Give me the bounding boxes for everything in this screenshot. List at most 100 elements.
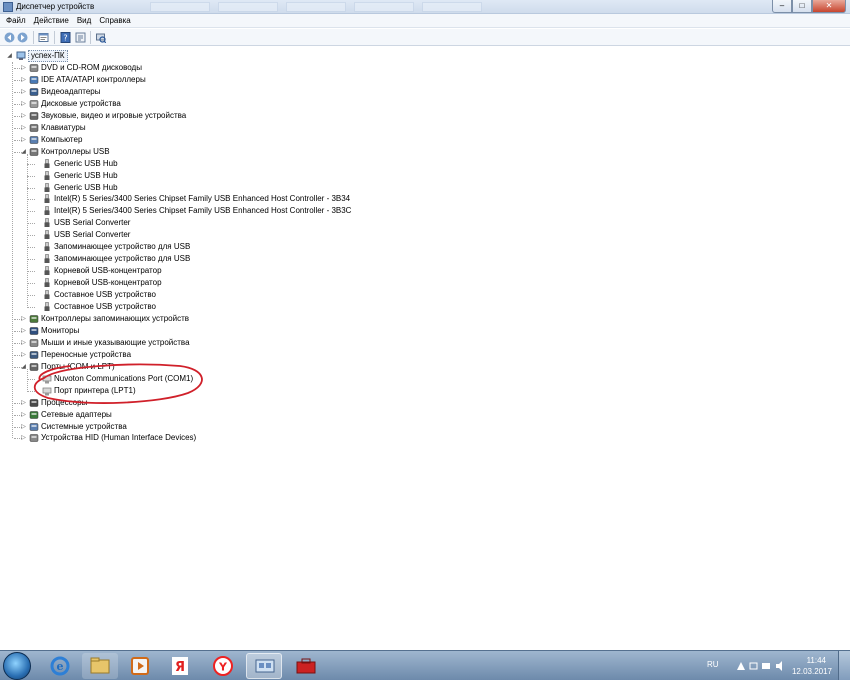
- device-label[interactable]: Generic USB Hub: [54, 158, 118, 170]
- expand-arrow-icon[interactable]: ▷: [20, 400, 27, 407]
- usb-device[interactable]: Intel(R) 5 Series/3400 Series Chipset Fa…: [0, 205, 520, 217]
- tree-category-computer[interactable]: ▷ Компьютер: [0, 134, 520, 146]
- start-button[interactable]: [3, 652, 31, 680]
- language-indicator[interactable]: RU: [707, 660, 719, 669]
- tree-root-label[interactable]: успех-ПК: [28, 50, 68, 62]
- menu-file[interactable]: Файл: [2, 16, 30, 25]
- tree-category-ports[interactable]: ◢ Порты (COM и LPT): [0, 361, 520, 373]
- device-label[interactable]: Generic USB Hub: [54, 170, 118, 182]
- tree-category-video[interactable]: ▷ Видеоадаптеры: [0, 86, 520, 98]
- category-label[interactable]: Переносные устройства: [41, 349, 131, 361]
- tree-category-dvd[interactable]: ▷ DVD и CD-ROM дисководы: [0, 62, 520, 74]
- help-icon[interactable]: ?: [60, 32, 71, 43]
- expand-arrow-icon[interactable]: ▷: [20, 328, 27, 335]
- properties-icon[interactable]: [38, 32, 49, 43]
- category-label[interactable]: Мониторы: [41, 325, 79, 337]
- port-device[interactable]: Nuvoton Communications Port (COM1): [0, 373, 520, 385]
- collapse-arrow-icon[interactable]: ◢: [20, 364, 27, 371]
- clock-date[interactable]: 12.03.2017: [792, 667, 832, 676]
- forward-icon[interactable]: [17, 32, 28, 43]
- tree-category-hid[interactable]: ▷ Устройства HID (Human Interface Devices…: [0, 432, 520, 444]
- device-label[interactable]: Корневой USB-концентратор: [54, 277, 162, 289]
- close-button[interactable]: ✕: [812, 0, 846, 13]
- device-label[interactable]: Порт принтера (LPT1): [54, 385, 136, 397]
- tree-category-cpu[interactable]: ▷ Процессоры: [0, 397, 520, 409]
- usb-device[interactable]: Корневой USB-концентратор: [0, 277, 520, 289]
- category-label[interactable]: Мыши и иные указывающие устройства: [41, 337, 190, 349]
- tree-category-usb[interactable]: ◢ Контроллеры USB: [0, 146, 520, 158]
- minimize-button[interactable]: –: [772, 0, 792, 13]
- tree-category-portable[interactable]: ▷ Переносные устройства: [0, 349, 520, 361]
- expand-arrow-icon[interactable]: ▷: [20, 340, 27, 347]
- taskbar-app-active[interactable]: [246, 653, 282, 679]
- collapse-arrow-icon[interactable]: ◢: [6, 53, 13, 60]
- show-desktop-button[interactable]: [838, 651, 850, 680]
- expand-arrow-icon[interactable]: ▷: [20, 435, 27, 442]
- title-bar[interactable]: Диспетчер устройств – □ ✕: [0, 0, 850, 14]
- device-label[interactable]: Составное USB устройство: [54, 301, 156, 313]
- taskbar-app[interactable]: [122, 653, 158, 679]
- tree-category-monitors[interactable]: ▷ Мониторы: [0, 325, 520, 337]
- usb-device[interactable]: Generic USB Hub: [0, 158, 520, 170]
- usb-device[interactable]: Составное USB устройство: [0, 289, 520, 301]
- usb-device[interactable]: Intel(R) 5 Series/3400 Series Chipset Fa…: [0, 193, 520, 205]
- expand-arrow-icon[interactable]: ▷: [20, 113, 27, 120]
- tree-category-mice[interactable]: ▷ Мыши и иные указывающие устройства: [0, 337, 520, 349]
- taskbar-app[interactable]: [288, 653, 324, 679]
- expand-arrow-icon[interactable]: ▷: [20, 424, 27, 431]
- category-label[interactable]: Клавиатуры: [41, 122, 86, 134]
- port-device[interactable]: Порт принтера (LPT1): [0, 385, 520, 397]
- usb-device[interactable]: Generic USB Hub: [0, 170, 520, 182]
- tree-category-network[interactable]: ▷ Сетевые адаптеры: [0, 409, 520, 421]
- device-label[interactable]: Корневой USB-концентратор: [54, 265, 162, 277]
- tree-category-system[interactable]: ▷ Системные устройства: [0, 421, 520, 433]
- expand-arrow-icon[interactable]: ▷: [20, 316, 27, 323]
- taskbar-app[interactable]: Я: [162, 653, 198, 679]
- category-label[interactable]: Системные устройства: [41, 421, 127, 433]
- expand-arrow-icon[interactable]: ▷: [20, 352, 27, 359]
- expand-arrow-icon[interactable]: ▷: [20, 65, 27, 72]
- device-label[interactable]: Nuvoton Communications Port (COM1): [54, 373, 193, 385]
- category-label[interactable]: Звуковые, видео и игровые устройства: [41, 110, 186, 122]
- menu-help[interactable]: Справка: [95, 16, 134, 25]
- category-label[interactable]: Контроллеры USB: [41, 146, 110, 158]
- usb-device[interactable]: Составное USB устройство: [0, 301, 520, 313]
- device-tree[interactable]: ◢ успех-ПК ▷ DVD и CD-ROM дисководы ▷ IDE A…: [0, 47, 850, 650]
- category-label[interactable]: Сетевые адаптеры: [41, 409, 112, 421]
- usb-device[interactable]: USB Serial Converter: [0, 229, 520, 241]
- taskbar-app[interactable]: Y: [205, 653, 241, 679]
- category-label[interactable]: DVD и CD-ROM дисководы: [41, 62, 142, 74]
- clock-time[interactable]: 11:44: [807, 656, 826, 665]
- expand-arrow-icon[interactable]: ▷: [20, 412, 27, 419]
- taskbar-app[interactable]: e: [42, 653, 78, 679]
- usb-device[interactable]: USB Serial Converter: [0, 217, 520, 229]
- category-label[interactable]: Процессоры: [41, 397, 87, 409]
- tree-category-keyboard[interactable]: ▷ Клавиатуры: [0, 122, 520, 134]
- tree-category-sound[interactable]: ▷ Звуковые, видео и игровые устройства: [0, 110, 520, 122]
- scan-hardware-icon[interactable]: [95, 32, 106, 43]
- usb-device[interactable]: Корневой USB-концентратор: [0, 265, 520, 277]
- usb-device[interactable]: Generic USB Hub: [0, 182, 520, 194]
- tree-category-disk[interactable]: ▷ Дисковые устройства: [0, 98, 520, 110]
- category-label[interactable]: Контроллеры запоминающих устройств: [41, 313, 189, 325]
- device-label[interactable]: USB Serial Converter: [54, 229, 130, 241]
- expand-arrow-icon[interactable]: ▷: [20, 137, 27, 144]
- usb-device[interactable]: Запоминающее устройство для USB: [0, 253, 520, 265]
- device-label[interactable]: Запоминающее устройство для USB: [54, 241, 190, 253]
- tree-category-storage[interactable]: ▷ Контроллеры запоминающих устройств: [0, 313, 520, 325]
- device-label[interactable]: Intel(R) 5 Series/3400 Series Chipset Fa…: [54, 205, 351, 217]
- view-icon[interactable]: [75, 32, 86, 43]
- menu-view[interactable]: Вид: [73, 16, 95, 25]
- expand-arrow-icon[interactable]: ▷: [20, 77, 27, 84]
- category-label[interactable]: Видеоадаптеры: [41, 86, 101, 98]
- device-label[interactable]: Запоминающее устройство для USB: [54, 253, 190, 265]
- device-label[interactable]: Составное USB устройство: [54, 289, 156, 301]
- device-label[interactable]: Generic USB Hub: [54, 182, 118, 194]
- collapse-arrow-icon[interactable]: ◢: [20, 149, 27, 156]
- expand-arrow-icon[interactable]: ▷: [20, 125, 27, 132]
- category-label[interactable]: Компьютер: [41, 134, 82, 146]
- maximize-button[interactable]: □: [792, 0, 812, 13]
- expand-arrow-icon[interactable]: ▷: [20, 89, 27, 96]
- usb-device[interactable]: Запоминающее устройство для USB: [0, 241, 520, 253]
- expand-arrow-icon[interactable]: ▷: [20, 101, 27, 108]
